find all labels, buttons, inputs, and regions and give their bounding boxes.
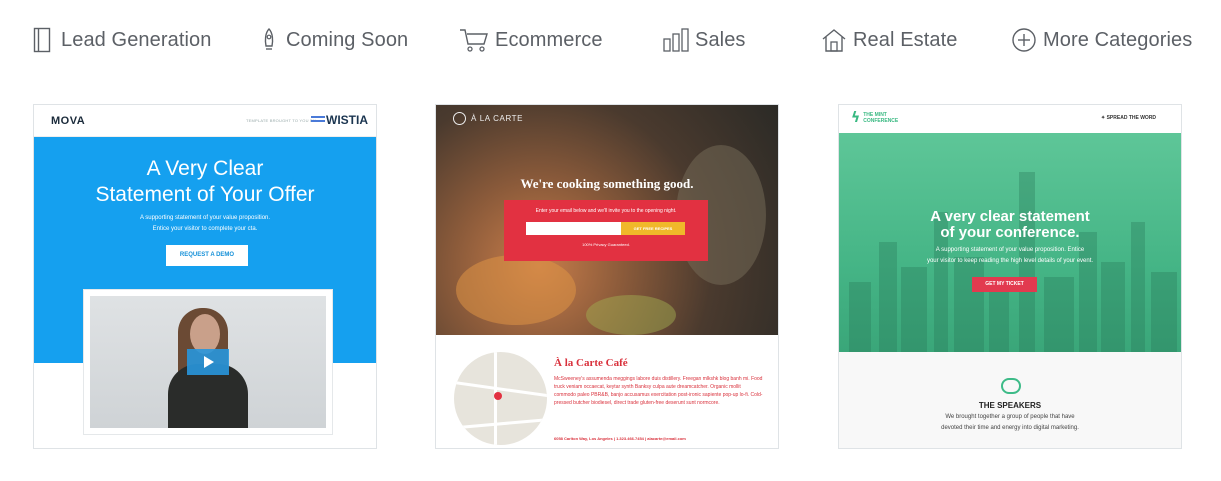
play-icon (187, 349, 229, 375)
wistia-logo: WISTIA (326, 113, 368, 127)
byline-text: TEMPLATE BROUGHT TO YOU BY (246, 118, 316, 123)
house-icon (822, 29, 846, 52)
get-ticket-button: GET MY TICKET (972, 277, 1037, 292)
category-real-estate[interactable]: Real Estate (821, 18, 958, 62)
category-label: Sales (695, 28, 746, 51)
email-field (526, 222, 621, 235)
category-coming-soon[interactable]: Coming Soon (258, 18, 408, 62)
cart-icon (460, 29, 488, 52)
category-more[interactable]: More Categories (1011, 18, 1192, 62)
template-subheadline: A supporting statement of your value pro… (139, 215, 271, 232)
book-icon (33, 27, 51, 53)
template-card-alacarte[interactable]: À LA CARTE We're cooking something good.… (435, 104, 779, 449)
video-frame (84, 290, 332, 434)
alacarte-logo: À LA CARTE (453, 112, 523, 125)
plus-circle-icon (1012, 28, 1036, 52)
plate-icon (453, 112, 466, 125)
mint-logo: ϟ THE MINT CONFERENCE (851, 110, 899, 126)
template-headline: We're cooking something good. (520, 176, 694, 191)
cafe-address: 6058 Carlton Way, Los Angeles | 1.323.46… (554, 436, 686, 441)
category-ecommerce[interactable]: Ecommerce (459, 18, 603, 62)
template-headline: A very clear statement of your conferenc… (930, 208, 1090, 241)
category-label: More Categories (1043, 28, 1193, 51)
map-image (454, 352, 547, 445)
wistia-mark-icon (311, 116, 325, 122)
category-label: Lead Generation (61, 28, 212, 51)
template-lower: THE SPEAKERS We brought together a group… (839, 352, 1181, 448)
mova-logo: MOVA (51, 115, 86, 127)
template-header: ϟ THE MINT CONFERENCE ✦ SPREAD THE WORD (839, 105, 1181, 133)
cafe-description: McSweeney's assumenda meggings labore du… (554, 376, 763, 406)
cafe-title: À la Carte Café (554, 357, 628, 369)
template-hero: À LA CARTE We're cooking something good.… (436, 105, 778, 335)
speakers-description: We brought together a group of people th… (941, 414, 1079, 431)
category-label: Real Estate (853, 28, 958, 51)
get-recipes-button: GET FREE RECIPES (621, 222, 685, 235)
lightning-icon: ϟ (851, 110, 861, 126)
category-label: Coming Soon (286, 28, 409, 51)
category-nav: Lead Generation Coming Soon Ecommerce Sa… (0, 18, 1221, 62)
map-pin-icon (494, 392, 502, 400)
request-demo-button: REQUEST A DEMO (166, 245, 248, 266)
category-sales[interactable]: Sales (663, 18, 746, 62)
speech-bubble-icon (1001, 378, 1021, 394)
template-hero: A very clear statement of your conferenc… (839, 133, 1181, 352)
share-link: ✦ SPREAD THE WORD (1101, 115, 1157, 121)
video-thumbnail (90, 296, 326, 428)
template-card-mint[interactable]: ϟ THE MINT CONFERENCE ✦ SPREAD THE WORD … (838, 104, 1182, 449)
template-lower: À la Carte Café McSweeney's assumenda me… (436, 335, 778, 448)
speakers-title: THE SPEAKERS (978, 401, 1042, 410)
template-header: MOVA TEMPLATE BROUGHT TO YOU BY WISTIA (34, 105, 376, 137)
category-lead-generation[interactable]: Lead Generation (33, 18, 212, 62)
template-subheadline: A supporting statement of your value pro… (926, 247, 1094, 264)
template-headline: A Very Clear Statement of Your Offer (95, 157, 315, 206)
privacy-text: 100% Privacy Guaranteed. (582, 242, 630, 247)
signup-box: Enter your email below and we'll invite … (504, 200, 708, 261)
signup-text: Enter your email below and we'll invite … (535, 208, 677, 214)
category-label: Ecommerce (495, 28, 603, 51)
bar-chart-icon (663, 28, 689, 52)
rocket-icon (264, 28, 274, 50)
template-card-mova[interactable]: MOVA TEMPLATE BROUGHT TO YOU BY WISTIA A… (33, 104, 377, 449)
